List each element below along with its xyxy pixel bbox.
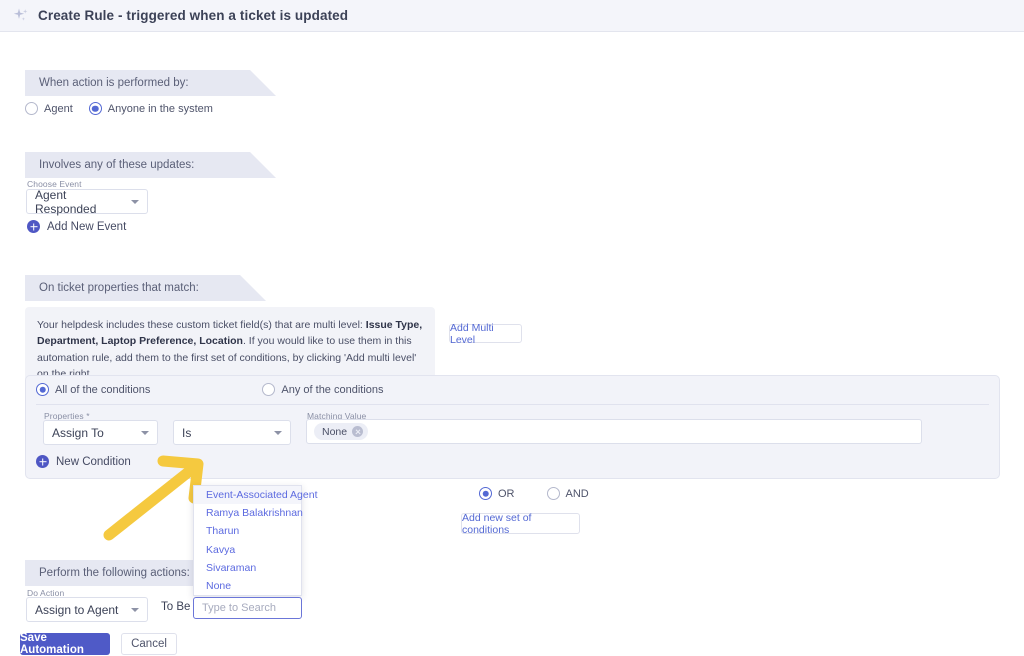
save-automation-label: Save Automation (20, 632, 110, 656)
cancel-button[interactable]: Cancel (121, 633, 177, 655)
sparkle-icon (10, 5, 32, 27)
plus-circle-icon (36, 455, 49, 468)
radio-option-and[interactable]: AND (547, 487, 589, 500)
condition-property-value: Assign To (52, 426, 104, 440)
condition-property-select[interactable]: Assign To (43, 420, 158, 445)
add-multi-level-label: Add Multi Level (450, 322, 521, 346)
radio-label-and: AND (566, 488, 589, 500)
banner-ticket-properties: On ticket properties that match: (25, 275, 240, 301)
new-condition-button[interactable]: New Condition (36, 455, 131, 468)
banner-tail (240, 275, 266, 301)
radio-label-or: OR (498, 488, 515, 500)
radio-circle-anyone[interactable] (89, 102, 102, 115)
matching-value-field[interactable]: None (306, 419, 922, 444)
radio-option-all-conditions[interactable]: All of the conditions (36, 383, 150, 396)
plus-circle-icon (27, 220, 40, 233)
radio-circle-agent[interactable] (25, 102, 38, 115)
dropdown-item[interactable]: Ramya Balakrishnan (194, 504, 301, 522)
radio-label-anyone: Anyone in the system (108, 103, 213, 115)
banner-tail (250, 70, 276, 96)
dropdown-item[interactable]: Event-Associated Agent (194, 486, 301, 504)
dropdown-item[interactable]: Tharun (194, 522, 301, 540)
radio-option-anyone[interactable]: Anyone in the system (89, 102, 213, 115)
agent-dropdown-menu[interactable]: Event-Associated Agent Ramya Balakrishna… (193, 485, 302, 596)
do-action-select[interactable]: Assign to Agent (26, 597, 148, 622)
conditions-divider (36, 404, 989, 405)
performed-by-radio-group: Agent Anyone in the system (25, 102, 229, 115)
agent-search-input[interactable]: Type to Search (193, 597, 302, 619)
do-action-value: Assign to Agent (35, 603, 118, 617)
chevron-down-icon (131, 608, 139, 612)
add-multi-level-button[interactable]: Add Multi Level (449, 324, 522, 343)
dropdown-item[interactable]: Sivaraman (194, 559, 301, 577)
banner-label: Involves any of these updates: (39, 159, 194, 171)
add-new-set-of-conditions-button[interactable]: Add new set of conditions (461, 513, 580, 534)
new-condition-label: New Condition (56, 456, 131, 468)
radio-option-agent[interactable]: Agent (25, 102, 73, 115)
banner-label: Perform the following actions: (39, 567, 190, 579)
search-placeholder-text: Type to Search (202, 602, 276, 614)
save-automation-button[interactable]: Save Automation (20, 633, 110, 655)
banner-when-action-performed-by: When action is performed by: (25, 70, 250, 96)
radio-circle-any[interactable] (262, 383, 275, 396)
info-text-prefix: Your helpdesk includes these custom tick… (37, 319, 366, 331)
chevron-down-icon (274, 431, 282, 435)
dropdown-item[interactable]: None (194, 577, 301, 595)
window-titlebar: Create Rule - triggered when a ticket is… (0, 0, 1024, 32)
radio-label-agent: Agent (44, 103, 73, 115)
chevron-down-icon (141, 431, 149, 435)
condition-operator-select[interactable]: Is (173, 420, 291, 445)
page-title: Create Rule - triggered when a ticket is… (38, 8, 348, 23)
cancel-label: Cancel (131, 638, 167, 650)
radio-option-or[interactable]: OR (479, 487, 515, 500)
banner-tail (250, 152, 276, 178)
choose-event-select[interactable]: Agent Responded (26, 189, 148, 214)
radio-option-any-conditions[interactable]: Any of the conditions (262, 383, 383, 396)
radio-label-all: All of the conditions (55, 384, 150, 396)
matching-value-chip: None (314, 423, 368, 440)
chevron-down-icon (131, 200, 139, 204)
radio-circle-or[interactable] (479, 487, 492, 500)
logic-radio-group: OR AND (479, 487, 605, 500)
to-be-label: To Be (161, 601, 190, 613)
chip-label: None (322, 426, 347, 438)
radio-circle-and[interactable] (547, 487, 560, 500)
condition-operator-value: Is (182, 426, 191, 440)
add-new-set-label: Add new set of conditions (462, 512, 579, 536)
add-new-event-label: Add New Event (47, 221, 126, 233)
radio-label-any: Any of the conditions (281, 384, 383, 396)
dropdown-item[interactable]: Kavya (194, 541, 301, 559)
banner-label: When action is performed by: (39, 77, 189, 89)
condition-match-radio-group: All of the conditions Any of the conditi… (36, 383, 400, 396)
banner-label: On ticket properties that match: (39, 282, 199, 294)
close-circle-icon[interactable] (352, 426, 363, 437)
banner-involves-updates: Involves any of these updates: (25, 152, 250, 178)
choose-event-value: Agent Responded (35, 188, 131, 216)
radio-circle-all[interactable] (36, 383, 49, 396)
add-new-event-button[interactable]: Add New Event (27, 220, 126, 233)
